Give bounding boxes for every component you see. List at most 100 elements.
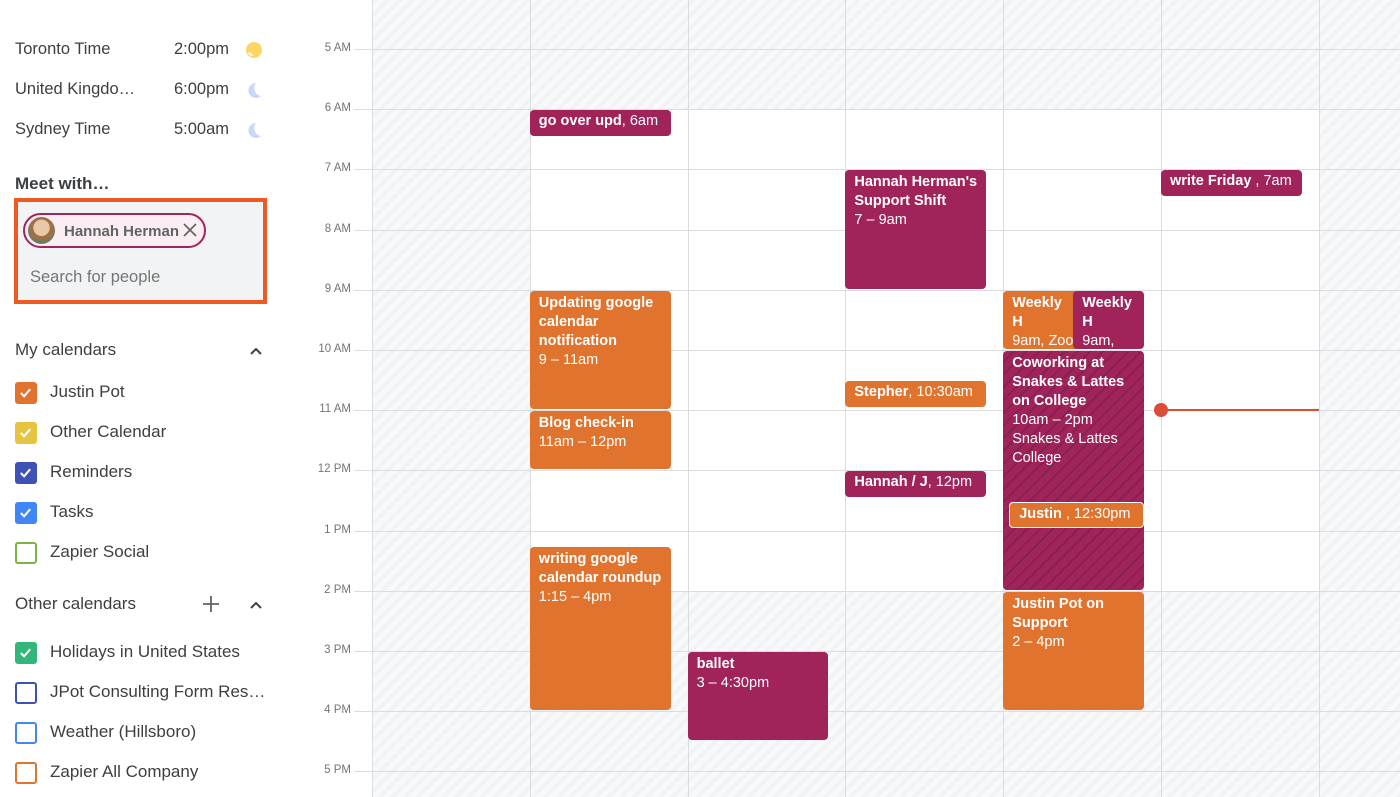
event-title: Stepher: [854, 384, 909, 401]
checkbox-checked[interactable]: [15, 382, 37, 404]
my-calendars-title: My calendars: [15, 340, 117, 359]
hour-gridline: [361, 591, 1400, 592]
meet-with-box: Hannah Herman: [14, 198, 267, 304]
calendar-event[interactable]: Hannah / J, 12pm: [845, 471, 987, 498]
time-zone-row: Toronto Time 2:00pm: [15, 38, 265, 62]
calendar-event[interactable]: Blog check-in 11am – 12pm: [529, 411, 671, 470]
person-chip-name: Hannah Herman: [64, 223, 180, 240]
calendar-event[interactable]: Justin Pot on Support 2 – 4pm: [1003, 591, 1144, 711]
calendar-item[interactable]: Zapier All Company: [15, 761, 275, 785]
search-people-input[interactable]: [30, 268, 250, 287]
hour-tick: [354, 651, 362, 652]
calendar-item-label: Reminders: [50, 462, 133, 481]
hour-tick: [354, 290, 362, 291]
calendar-event[interactable]: Justin , 12:30pm: [1009, 501, 1144, 528]
hour-gridline: [361, 49, 1400, 50]
event-time: 7 – 9am: [854, 212, 907, 229]
hour-tick: [354, 711, 362, 712]
calendar-item-label: JPot Consulting Form Res…: [50, 682, 266, 701]
close-icon[interactable]: [180, 220, 200, 240]
calendar-event[interactable]: Weekly H 9am, Zoo: [1073, 290, 1144, 349]
calendar-item-label: Justin Pot: [50, 382, 125, 401]
sun-icon: [246, 42, 262, 58]
time-zone-row: United Kingdo… 6:00pm: [15, 78, 265, 102]
calendar-item[interactable]: Zapier Social: [15, 541, 275, 565]
hour-gridline: [361, 771, 1400, 772]
calendar-item-label: Zapier All Company: [50, 762, 199, 781]
event-title: ballet: [696, 656, 735, 672]
moon-icon: [248, 122, 261, 138]
time-zone-row: Sydney Time 5:00am: [15, 118, 265, 142]
day-column-divider: [372, 0, 373, 797]
hour-gridline: [361, 531, 1400, 532]
event-time: 1:15 – 4pm: [538, 588, 612, 605]
sidebar: Toronto Time 2:00pm United Kingdo… 6:00p…: [0, 0, 290, 797]
event-time: 3 – 4:30pm: [696, 675, 770, 691]
event-title: Justin Pot on Support: [1012, 595, 1105, 631]
current-time-line: [1161, 409, 1319, 412]
calendar-event[interactable]: Stepher, 10:30am: [845, 381, 987, 408]
calendar-item[interactable]: Weather (Hillsboro): [15, 721, 275, 745]
plus-icon[interactable]: [200, 593, 222, 615]
event-time: 11am – 12pm: [538, 434, 627, 451]
hour-gridline: [361, 711, 1400, 712]
checkbox-checked[interactable]: [15, 502, 37, 524]
event-title: go over upd: [538, 113, 622, 130]
hour-label: 5 PM: [324, 764, 351, 776]
hour-gridline: [361, 109, 1400, 110]
event-time: , 7am: [1255, 173, 1292, 190]
checkbox-unchecked[interactable]: [15, 722, 37, 744]
hour-gridline: [361, 651, 1400, 652]
calendar-item[interactable]: Reminders: [15, 461, 275, 485]
checkbox-checked[interactable]: [15, 422, 37, 444]
calendar-event[interactable]: write Friday , 7am: [1161, 170, 1302, 197]
hour-label: 10 AM: [318, 343, 351, 355]
other-calendars-header[interactable]: Other calendars: [15, 592, 270, 618]
chevron-up-icon[interactable]: [248, 343, 264, 359]
calendar-event[interactable]: Coworking at Snakes & Lattes on College 1…: [1003, 351, 1144, 590]
my-calendars-header[interactable]: My calendars: [15, 338, 270, 364]
checkbox-unchecked[interactable]: [15, 682, 37, 704]
avatar: [28, 217, 55, 244]
event-title: writing google calendar roundup: [538, 550, 662, 586]
person-chip[interactable]: Hannah Herman: [23, 213, 206, 248]
checkbox-unchecked[interactable]: [15, 762, 37, 784]
time-zone-time: 2:00pm: [174, 40, 230, 58]
check-icon: [20, 648, 31, 658]
calendar-event[interactable]: Updating google calendar notification 9 –…: [529, 290, 671, 410]
hour-label: 8 AM: [324, 223, 351, 235]
hour-label: 11 AM: [319, 403, 351, 415]
calendar-item[interactable]: Justin Pot: [15, 381, 275, 405]
calendar-item[interactable]: Holidays in United States: [15, 641, 275, 665]
calendar-event[interactable]: Weekly H 9am, Zoo: [1003, 290, 1084, 349]
calendar-item-label: Zapier Social: [50, 542, 150, 561]
chevron-up-icon[interactable]: [248, 597, 264, 613]
day-column-divider: [1161, 0, 1162, 797]
checkbox-unchecked[interactable]: [15, 542, 37, 564]
event-time: 9am, Zoo: [1012, 332, 1074, 349]
checkbox-checked[interactable]: [15, 462, 37, 484]
calendar-event[interactable]: writing google calendar roundup 1:15 – 4p…: [529, 546, 671, 711]
check-icon: [20, 468, 31, 478]
event-title: Weekly H: [1012, 294, 1062, 330]
hour-tick: [354, 109, 362, 110]
calendar-item[interactable]: Tasks: [15, 501, 275, 525]
hour-tick: [354, 169, 362, 170]
calendar-item[interactable]: JPot Consulting Form Res…: [15, 681, 275, 705]
hour-label: 7 AM: [324, 162, 351, 174]
week-grid[interactable]: 5 AM 6 AM 7 AM 8 AM 9 AM 10 AM 11 AM 12 PM 1 PM 2…: [290, 0, 1400, 797]
checkbox-checked[interactable]: [15, 642, 37, 664]
time-zone-name: Sydney Time: [15, 120, 111, 138]
hour-label: 1 PM: [324, 524, 351, 536]
calendar-item-label: Weather (Hillsboro): [50, 722, 197, 741]
hour-label: 6 AM: [324, 102, 351, 114]
hour-tick: [354, 49, 362, 50]
calendar-event[interactable]: go over upd, 6am: [529, 110, 671, 137]
check-icon: [20, 428, 31, 438]
hour-label: 2 PM: [324, 584, 351, 596]
calendar-event[interactable]: ballet 3 – 4:30pm: [687, 652, 829, 741]
calendar-event[interactable]: Hannah Herman's Support Shift 7 – 9am: [845, 170, 987, 289]
moon-icon: [248, 82, 261, 98]
calendar-item[interactable]: Other Calendar: [15, 421, 275, 445]
check-icon: [20, 388, 31, 398]
